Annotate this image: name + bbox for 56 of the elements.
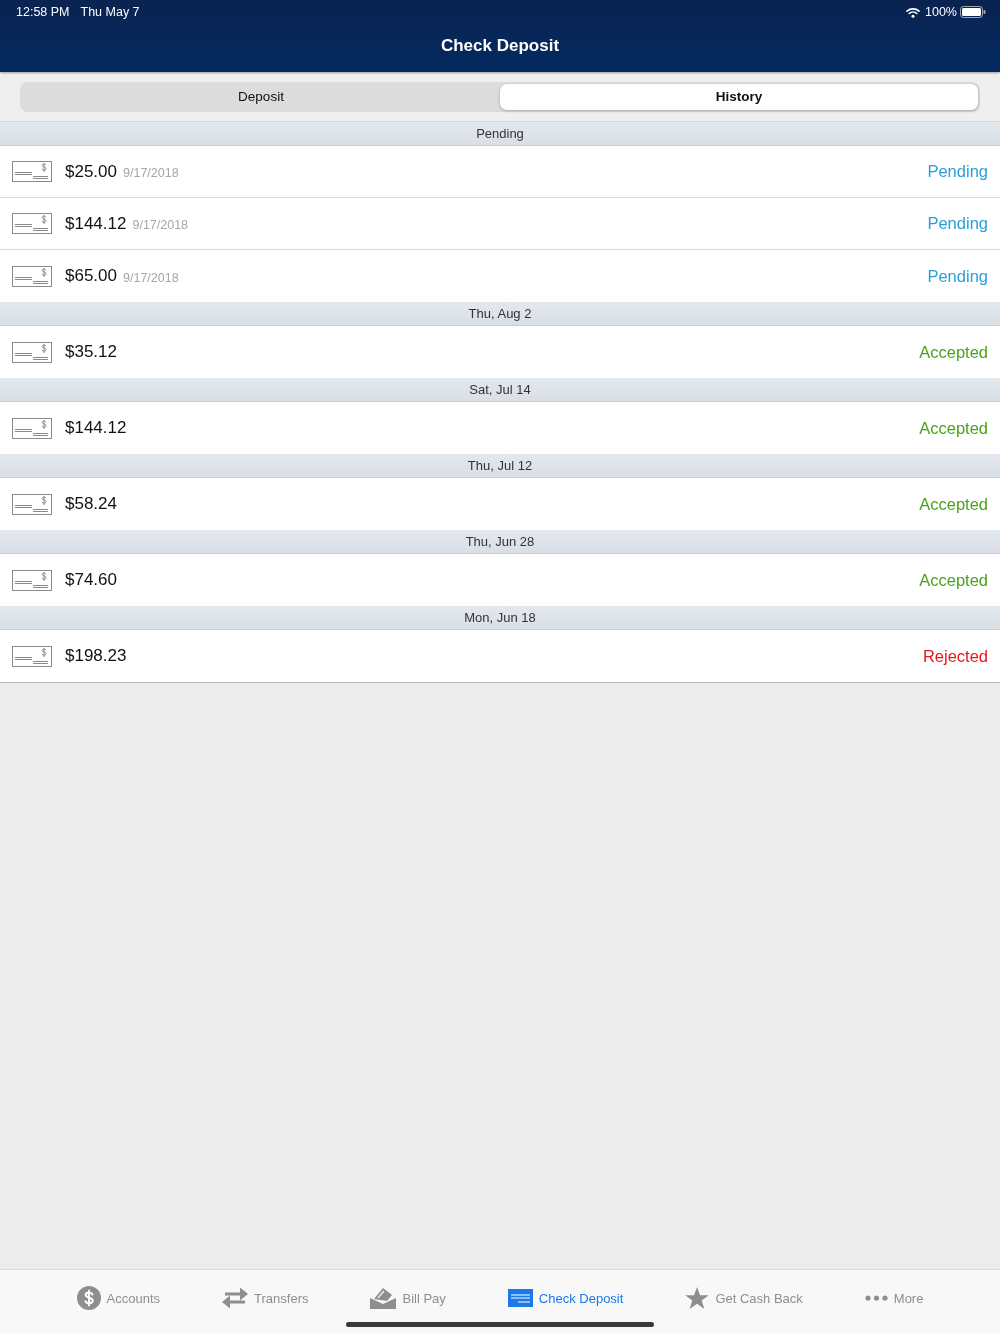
amount-text: $65.00	[65, 266, 117, 286]
check-card-icon	[507, 1289, 533, 1307]
status-text: Pending	[927, 214, 988, 233]
check-icon	[12, 265, 52, 287]
date-text: 9/17/2018	[132, 218, 189, 232]
deposit-row[interactable]: $25.00 9/17/2018 Pending	[0, 146, 1000, 198]
segment-tab[interactable]: History	[500, 83, 978, 110]
amount-text: $198.23	[65, 646, 127, 666]
tab-bar-item[interactable]: Check Deposit	[507, 1289, 624, 1307]
star-icon	[685, 1286, 710, 1310]
deposit-row[interactable]: $198.23 Rejected	[0, 630, 1000, 682]
deposit-row[interactable]: $35.12 Accepted	[0, 326, 1000, 378]
deposit-row[interactable]: $65.00 9/17/2018 Pending	[0, 250, 1000, 302]
dollar-circle-icon	[76, 1286, 101, 1310]
battery-icon	[960, 6, 986, 18]
check-icon	[12, 213, 52, 234]
section-header: Thu, Jun 28	[0, 530, 1000, 554]
check-icon	[12, 645, 52, 667]
section-header: Mon, Jun 18	[0, 606, 1000, 630]
status-time: 12:58 PM	[16, 5, 70, 19]
check-icon	[12, 569, 52, 591]
amount-text: $25.00	[65, 161, 117, 182]
date-text: 9/17/2018	[123, 166, 179, 180]
section-header: Thu, Jul 12	[0, 454, 1000, 478]
section-header: Pending	[0, 122, 1000, 146]
check-icon	[12, 493, 52, 515]
status-text: Accepted	[919, 418, 988, 438]
check-icon	[12, 161, 52, 182]
amount-text: $58.24	[65, 494, 117, 514]
status-date: Thu May 7	[80, 5, 140, 19]
deposit-row[interactable]: $58.24 Accepted	[0, 478, 1000, 530]
status-text: Accepted	[919, 342, 988, 362]
status-text: Rejected	[922, 646, 988, 666]
wifi-icon	[906, 6, 920, 18]
status-text: Accepted	[919, 570, 988, 590]
date-text: 9/17/2018	[123, 270, 179, 285]
envelope-card-icon	[370, 1287, 397, 1309]
more-dots-icon	[864, 1295, 888, 1301]
amount-text: $144.12	[65, 418, 127, 438]
transfer-arrows-icon	[222, 1287, 249, 1309]
section-header: Thu, Aug 2	[0, 302, 1000, 326]
screen-title: Check Deposit	[440, 36, 560, 56]
status-text: Accepted	[919, 494, 988, 514]
check-icon	[12, 341, 52, 363]
status-text: Pending	[927, 266, 988, 286]
section-header: Sat, Jul 14	[0, 378, 1000, 402]
status-text: Pending	[927, 162, 988, 181]
amount-text: $74.60	[65, 570, 117, 590]
amount-text: $35.12	[65, 342, 117, 362]
check-icon	[12, 417, 52, 439]
deposit-row[interactable]: $144.12 Accepted	[0, 402, 1000, 454]
deposit-row[interactable]: $74.60 Accepted	[0, 554, 1000, 606]
amount-text: $144.12	[65, 213, 127, 234]
segment-tab[interactable]: Deposit	[22, 83, 500, 110]
deposit-row[interactable]: $144.12 9/17/2018 Pending	[0, 198, 1000, 250]
battery-percent: 100%	[925, 5, 957, 19]
